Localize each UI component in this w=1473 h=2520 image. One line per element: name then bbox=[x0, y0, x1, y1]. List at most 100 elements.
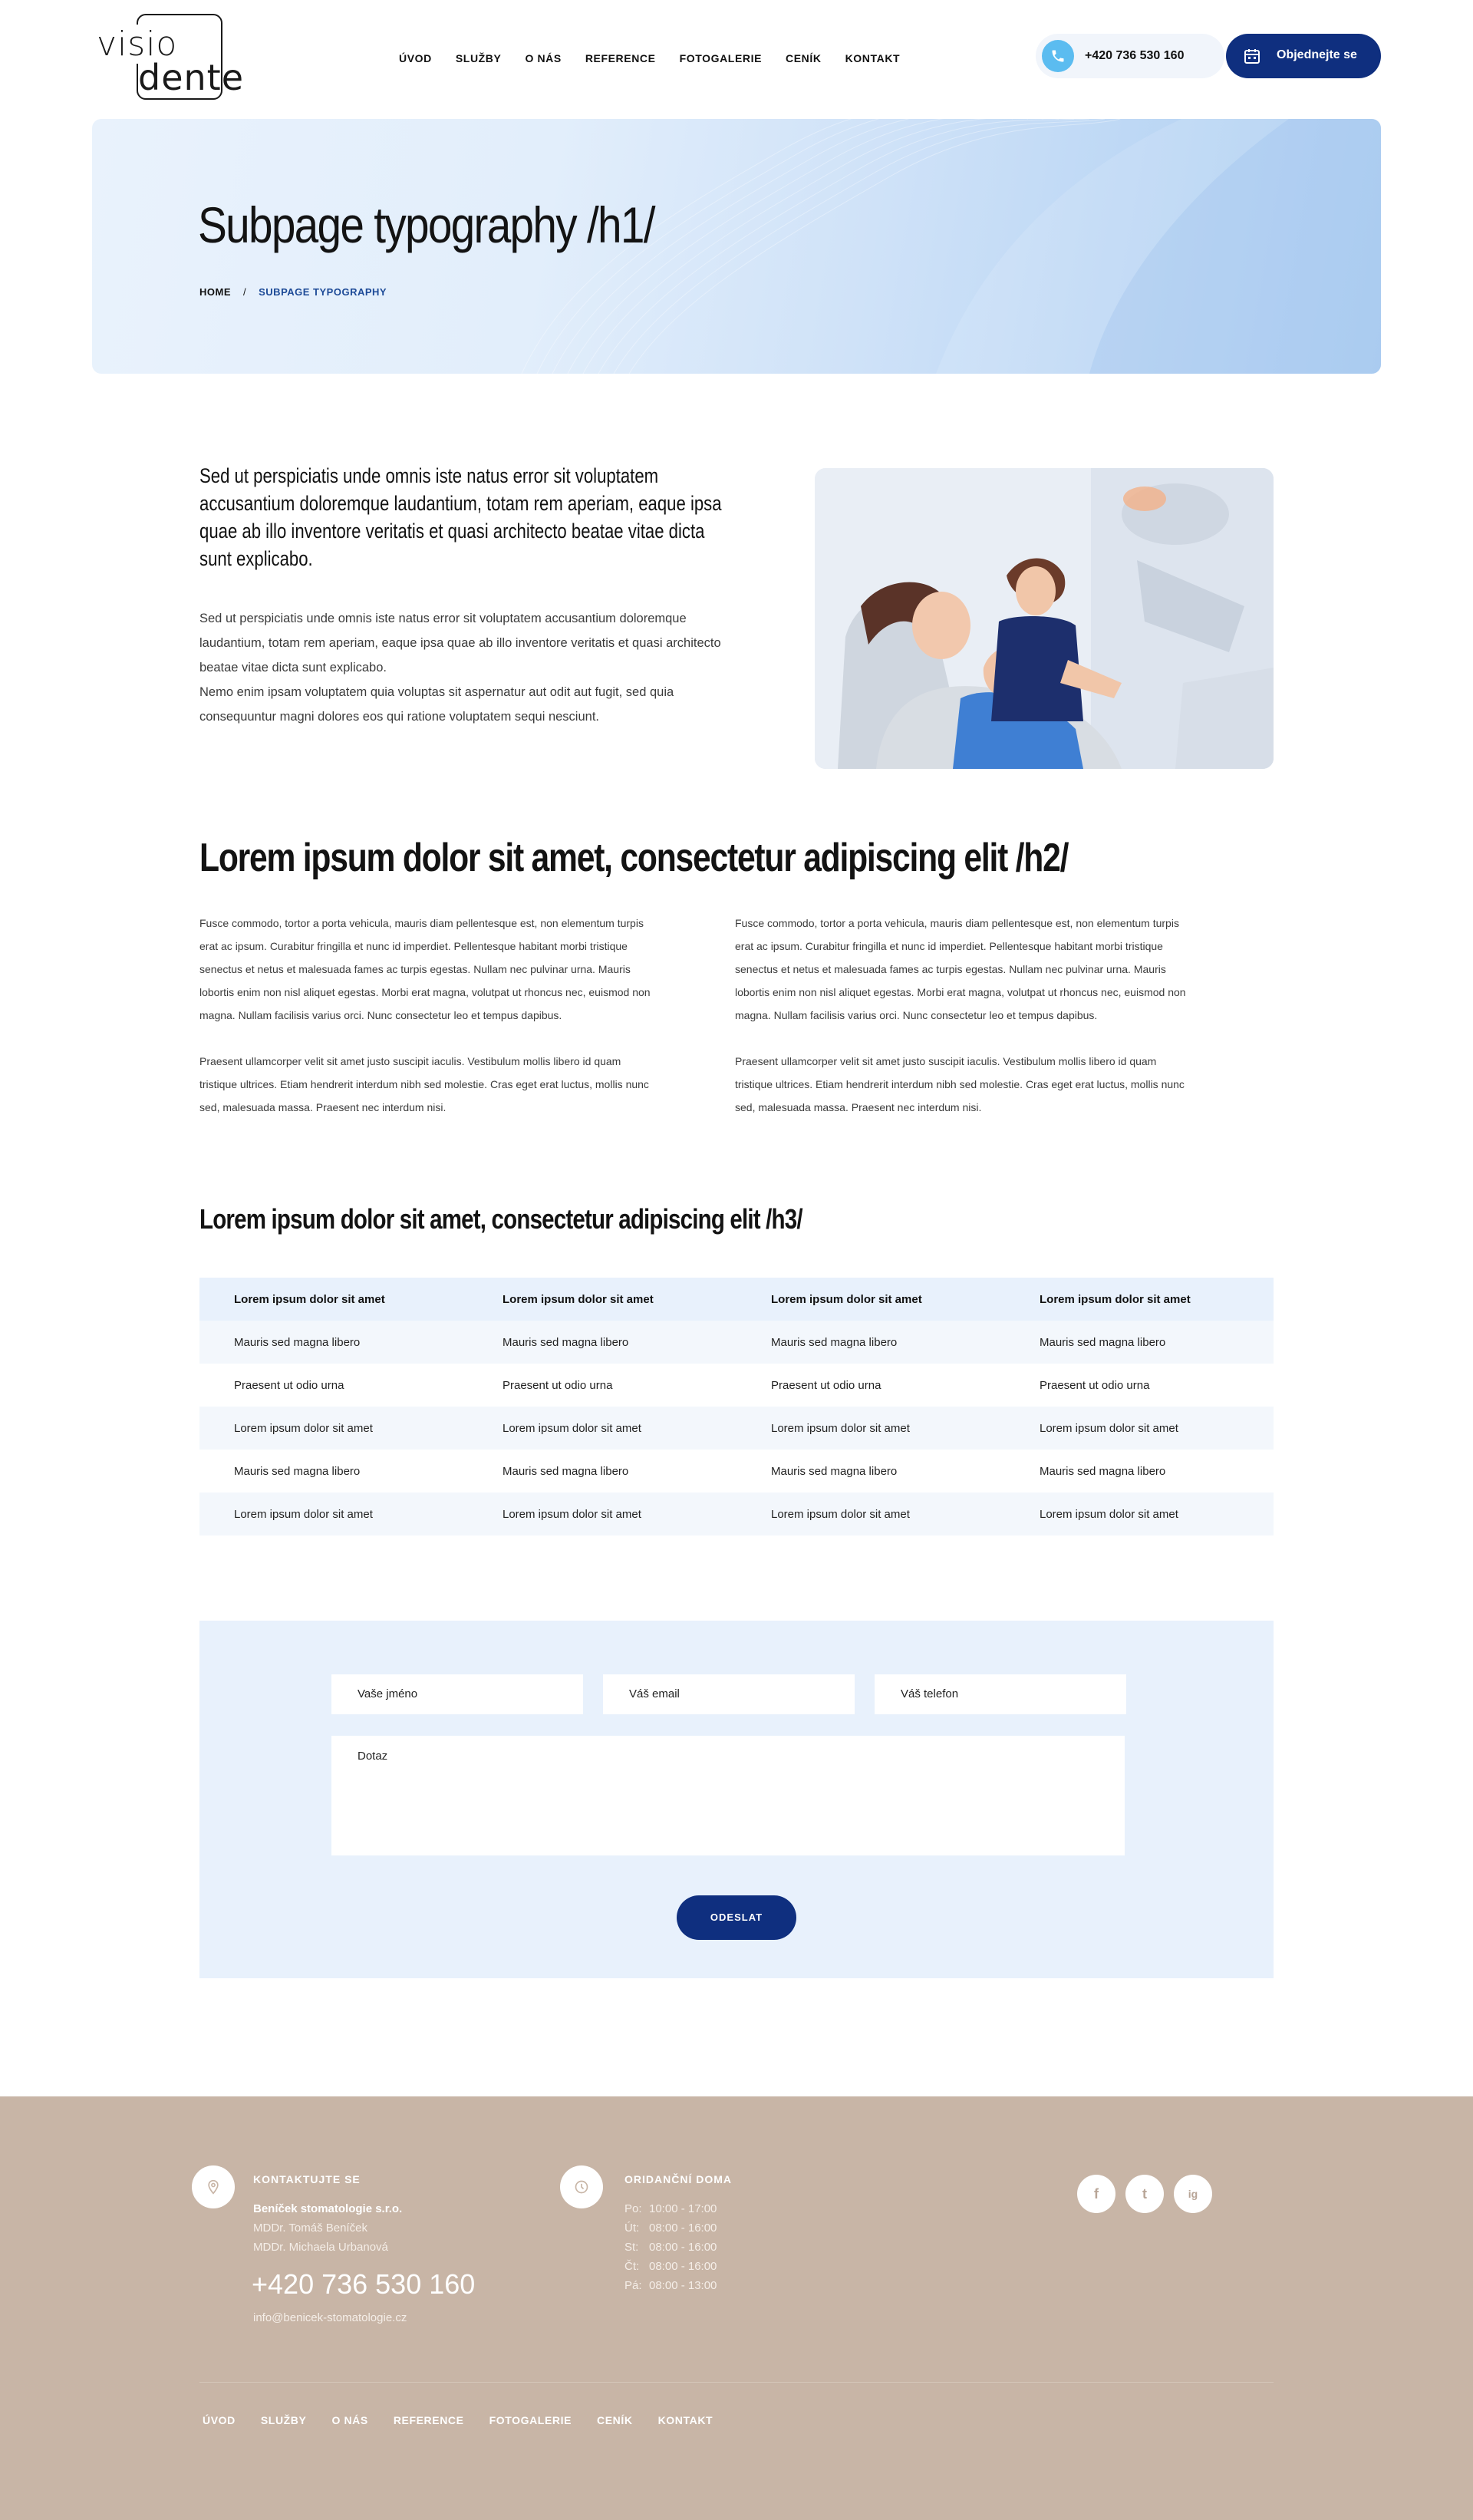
facebook-icon[interactable]: f bbox=[1077, 2175, 1115, 2213]
submit-button[interactable]: ODESLAT bbox=[677, 1895, 796, 1940]
table-cell: Mauris sed magna libero bbox=[468, 1321, 736, 1364]
page-title: Subpage typography /h1/ bbox=[198, 196, 655, 253]
nav-item-sluzby[interactable]: SLUŽBY bbox=[456, 52, 502, 64]
data-table: Lorem ipsum dolor sit amet Lorem ipsum d… bbox=[199, 1278, 1274, 1535]
header-phone-number: +420 736 530 160 bbox=[1085, 49, 1185, 62]
text-column-right: Fusce commodo, tortor a porta vehicula, … bbox=[735, 912, 1195, 1142]
table-header-cell: Lorem ipsum dolor sit amet bbox=[1005, 1278, 1274, 1321]
opening-hours: Po: 10:00 - 17:00 Út: 08:00 - 16:00 St: 08:… bbox=[624, 2202, 717, 2298]
table-cell: Mauris sed magna libero bbox=[234, 1464, 361, 1478]
footer-doctor-2: MDDr. Michaela Urbanová bbox=[253, 2241, 388, 2254]
footer-nav-cenik[interactable]: CENÍK bbox=[597, 2414, 633, 2426]
table-cell: Lorem ipsum dolor sit amet bbox=[199, 1493, 468, 1535]
intro-paragraph-2: Nemo enim ipsam voluptatem quia voluptas… bbox=[199, 685, 674, 724]
table-header-row: Lorem ipsum dolor sit amet Lorem ipsum d… bbox=[199, 1278, 1274, 1321]
breadcrumb-current: SUBPAGE TYPOGRAPHY bbox=[259, 286, 387, 298]
site-footer bbox=[0, 2096, 1473, 2520]
table-header-cell: Lorem ipsum dolor sit amet bbox=[736, 1278, 1005, 1321]
table-row: Lorem ipsum dolor sit amet Lorem ipsum d… bbox=[199, 1493, 1274, 1535]
table-row: Praesent ut odio urna Praesent ut odio u… bbox=[199, 1364, 1274, 1407]
nav-item-o-nas[interactable]: O NÁS bbox=[525, 52, 561, 64]
main-nav: ÚVOD SLUŽBY O NÁS REFERENCE FOTOGALERIE … bbox=[399, 52, 900, 64]
table-cell: Mauris sed magna libero bbox=[503, 1464, 629, 1478]
nav-item-cenik[interactable]: CENÍK bbox=[786, 52, 822, 64]
table-row: Mauris sed magna libero Mauris sed magna… bbox=[199, 1450, 1274, 1493]
site-logo[interactable]: visio dente bbox=[94, 14, 243, 100]
book-appointment-label: Objednejte se bbox=[1277, 48, 1357, 61]
dental-clinic-photo bbox=[815, 468, 1274, 769]
table-row: Lorem ipsum dolor sit amet Lorem ipsum d… bbox=[199, 1407, 1274, 1450]
column-paragraph: Praesent ullamcorper velit sit amet just… bbox=[199, 1055, 649, 1113]
breadcrumb: HOME / SUBPAGE TYPOGRAPHY bbox=[199, 286, 387, 298]
nav-item-uvod[interactable]: ÚVOD bbox=[399, 52, 432, 64]
table-cell: Mauris sed magna libero bbox=[736, 1321, 1005, 1364]
breadcrumb-separator: / bbox=[243, 286, 247, 298]
table-cell: Lorem ipsum dolor sit amet bbox=[1005, 1407, 1274, 1450]
footer-email[interactable]: info@benicek-stomatologie.cz bbox=[253, 2311, 407, 2324]
footer-hours-heading: ORIDANČNÍ DOMA bbox=[624, 2173, 732, 2185]
email-field[interactable]: Váš email bbox=[603, 1674, 855, 1714]
column-paragraph: Fusce commodo, tortor a porta vehicula, … bbox=[735, 917, 1186, 1021]
footer-divider bbox=[199, 2382, 1274, 2383]
footer-nav: ÚVOD SLUŽBY O NÁS REFERENCE FOTOGALERIE … bbox=[203, 2414, 713, 2426]
site-header: visio dente ÚVOD SLUŽBY O NÁS REFERENCE … bbox=[0, 0, 1473, 115]
column-paragraph: Fusce commodo, tortor a porta vehicula, … bbox=[199, 917, 651, 1021]
table-cell: Mauris sed magna libero bbox=[1040, 1464, 1166, 1478]
hours-row: St: 08:00 - 16:00 bbox=[624, 2241, 717, 2254]
table-cell: Praesent ut odio urna bbox=[234, 1378, 344, 1392]
page-hero: Subpage typography /h1/ HOME / SUBPAGE T… bbox=[92, 119, 1381, 374]
footer-nav-kontakt[interactable]: KONTAKT bbox=[658, 2414, 713, 2426]
hours-row: Po: 10:00 - 17:00 bbox=[624, 2202, 717, 2215]
twitter-icon[interactable]: t bbox=[1125, 2175, 1164, 2213]
footer-doctor-1: MDDr. Tomáš Beníček bbox=[253, 2221, 367, 2235]
name-field[interactable]: Vaše jméno bbox=[331, 1674, 583, 1714]
footer-nav-o-nas[interactable]: O NÁS bbox=[331, 2414, 367, 2426]
query-textarea[interactable]: Dotaz bbox=[331, 1736, 1125, 1855]
footer-phone[interactable]: +420 736 530 160 bbox=[252, 2268, 475, 2301]
book-appointment-button[interactable]: Objednejte se bbox=[1226, 34, 1381, 78]
table-cell: Mauris sed magna libero bbox=[199, 1321, 468, 1364]
table-cell: Lorem ipsum dolor sit amet bbox=[199, 1407, 468, 1450]
calendar-icon bbox=[1244, 49, 1260, 64]
instagram-icon[interactable]: ig bbox=[1174, 2175, 1212, 2213]
footer-nav-fotogalerie[interactable]: FOTOGALERIE bbox=[489, 2414, 572, 2426]
section-heading-h3: Lorem ipsum dolor sit amet, consectetur … bbox=[199, 1203, 803, 1235]
location-pin-icon bbox=[192, 2165, 235, 2208]
logo-line-2: dente bbox=[138, 57, 244, 98]
hours-row: Út: 08:00 - 16:00 bbox=[624, 2221, 717, 2235]
table-header-cell: Lorem ipsum dolor sit amet bbox=[199, 1278, 468, 1321]
table-cell: Lorem ipsum dolor sit amet bbox=[468, 1407, 736, 1450]
table-cell: Praesent ut odio urna bbox=[771, 1378, 881, 1392]
intro-lead: Sed ut perspiciatis unde omnis iste natu… bbox=[199, 464, 722, 570]
clock-icon bbox=[560, 2165, 603, 2208]
footer-nav-sluzby[interactable]: SLUŽBY bbox=[261, 2414, 307, 2426]
table-cell: Lorem ipsum dolor sit amet bbox=[736, 1493, 1005, 1535]
table-header-cell: Lorem ipsum dolor sit amet bbox=[468, 1278, 736, 1321]
table-cell: Praesent ut odio urna bbox=[1040, 1378, 1150, 1392]
header-phone-link[interactable]: +420 736 530 160 bbox=[1036, 34, 1224, 78]
table-cell: Mauris sed magna libero bbox=[771, 1464, 898, 1478]
section-heading-h2: Lorem ipsum dolor sit amet, consectetur … bbox=[199, 836, 1069, 880]
phone-field[interactable]: Váš telefon bbox=[875, 1674, 1126, 1714]
table-cell: Praesent ut odio urna bbox=[503, 1378, 613, 1392]
intro-paragraph: Sed ut perspiciatis unde omnis iste natu… bbox=[199, 606, 752, 729]
table-cell: Lorem ipsum dolor sit amet bbox=[468, 1493, 736, 1535]
nav-item-reference[interactable]: REFERENCE bbox=[585, 52, 656, 64]
text-column-left: Fusce commodo, tortor a porta vehicula, … bbox=[199, 912, 660, 1142]
intro-paragraph-1: Sed ut perspiciatis unde omnis iste natu… bbox=[199, 612, 721, 675]
footer-nav-reference[interactable]: REFERENCE bbox=[394, 2414, 464, 2426]
footer-contact-heading: KONTAKTUJTE SE bbox=[253, 2173, 361, 2185]
contact-form: Vaše jméno Váš email Váš telefon Dotaz O… bbox=[199, 1621, 1274, 1978]
table-cell: Mauris sed magna libero bbox=[1005, 1321, 1274, 1364]
hours-row: Čt: 08:00 - 16:00 bbox=[624, 2260, 717, 2273]
phone-icon bbox=[1042, 40, 1074, 72]
table-row: Mauris sed magna libero Mauris sed magna… bbox=[199, 1321, 1274, 1364]
column-paragraph: Praesent ullamcorper velit sit amet just… bbox=[735, 1055, 1185, 1113]
breadcrumb-home[interactable]: HOME bbox=[199, 286, 231, 298]
footer-company: Beníček stomatologie s.r.o. bbox=[253, 2202, 403, 2215]
nav-item-kontakt[interactable]: KONTAKT bbox=[845, 52, 901, 64]
table-cell: Lorem ipsum dolor sit amet bbox=[1005, 1493, 1274, 1535]
nav-item-fotogalerie[interactable]: FOTOGALERIE bbox=[680, 52, 762, 64]
table-cell: Lorem ipsum dolor sit amet bbox=[736, 1407, 1005, 1450]
footer-nav-uvod[interactable]: ÚVOD bbox=[203, 2414, 236, 2426]
